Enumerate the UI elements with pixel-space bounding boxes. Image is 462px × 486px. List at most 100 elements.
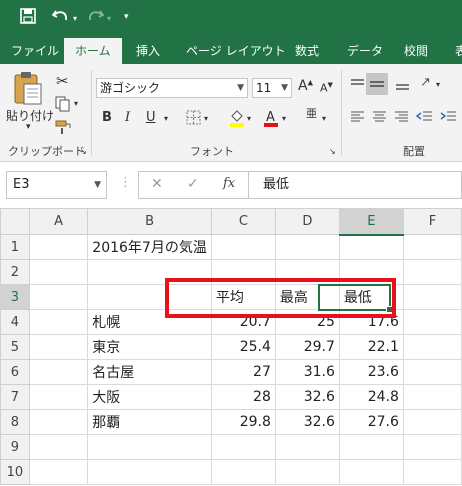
tab-file[interactable]: ファイル bbox=[11, 38, 59, 64]
cell-f10[interactable] bbox=[402, 459, 462, 485]
tab-home[interactable]: ホーム bbox=[64, 38, 122, 64]
cell-e5-min[interactable]: 22.1 bbox=[338, 334, 404, 360]
cell-a5[interactable] bbox=[28, 334, 89, 360]
enter-icon[interactable]: ✓ bbox=[187, 176, 199, 192]
copy-dropdown-icon[interactable]: ▾ bbox=[74, 99, 78, 108]
tab-page-layout[interactable]: ページ レイアウト bbox=[186, 38, 286, 64]
column-header-e[interactable]: E bbox=[338, 208, 404, 236]
cell-a9[interactable] bbox=[28, 434, 89, 460]
underline-dropdown-icon[interactable]: ▾ bbox=[164, 114, 168, 123]
cell-e4-min[interactable]: 17.6 bbox=[338, 309, 404, 335]
column-header-a[interactable]: A bbox=[28, 208, 89, 235]
orientation-icon[interactable]: ↗ bbox=[420, 75, 431, 90]
cell-f8[interactable] bbox=[402, 409, 462, 435]
fill-color-icon[interactable] bbox=[229, 108, 245, 131]
row-header-2[interactable]: 2 bbox=[0, 259, 30, 285]
cell-c3-header[interactable]: 平均 bbox=[210, 284, 276, 310]
borders-icon[interactable] bbox=[186, 110, 201, 128]
row-header-3[interactable]: 3 bbox=[0, 284, 30, 310]
font-launcher-icon[interactable]: ↘ bbox=[329, 147, 336, 156]
shrink-font-button[interactable]: A▼ bbox=[320, 81, 333, 95]
cell-d6-max[interactable]: 31.6 bbox=[274, 359, 340, 385]
cell-b9[interactable] bbox=[87, 434, 212, 460]
cell-f2[interactable] bbox=[402, 259, 462, 285]
increase-indent-icon[interactable] bbox=[440, 110, 457, 127]
row-header-7[interactable]: 7 bbox=[0, 384, 30, 410]
redo-dropdown-icon[interactable]: ▾ bbox=[107, 14, 111, 23]
cell-a10[interactable] bbox=[28, 459, 89, 485]
cell-c7-avg[interactable]: 28 bbox=[210, 384, 276, 410]
undo-dropdown-icon[interactable]: ▾ bbox=[73, 14, 77, 23]
cell-f7[interactable] bbox=[402, 384, 462, 410]
cell-a4[interactable] bbox=[28, 309, 89, 335]
fill-color-dropdown-icon[interactable]: ▾ bbox=[247, 114, 251, 123]
cell-d10[interactable] bbox=[274, 459, 340, 485]
cell-d2[interactable] bbox=[274, 259, 340, 285]
cell-d8-max[interactable]: 32.6 bbox=[274, 409, 340, 435]
cell-f9[interactable] bbox=[402, 434, 462, 460]
redo-icon[interactable] bbox=[86, 8, 105, 28]
borders-dropdown-icon[interactable]: ▾ bbox=[204, 114, 208, 123]
phonetic-dropdown-icon[interactable]: ▾ bbox=[322, 114, 326, 123]
cell-c8-avg[interactable]: 29.8 bbox=[210, 409, 276, 435]
cell-b3[interactable] bbox=[87, 284, 212, 310]
phonetic-guide-button[interactable]: 亜 bbox=[306, 108, 317, 119]
cell-d5-max[interactable]: 29.7 bbox=[274, 334, 340, 360]
column-header-b[interactable]: B bbox=[87, 208, 212, 235]
font-name-select[interactable]: 游ゴシック ▼ bbox=[96, 78, 248, 98]
undo-icon[interactable] bbox=[51, 8, 70, 28]
cell-e7-min[interactable]: 24.8 bbox=[338, 384, 404, 410]
cell-e9[interactable] bbox=[338, 434, 404, 460]
decrease-indent-icon[interactable] bbox=[415, 110, 433, 127]
cell-a3[interactable] bbox=[28, 284, 89, 310]
row-header-10[interactable]: 10 bbox=[0, 459, 30, 485]
cell-d4-max[interactable]: 25 bbox=[274, 309, 340, 335]
align-left-icon[interactable] bbox=[350, 110, 365, 127]
italic-button[interactable]: I bbox=[125, 110, 130, 125]
save-icon[interactable] bbox=[20, 8, 36, 28]
cell-f3[interactable] bbox=[402, 284, 462, 310]
tab-insert[interactable]: 挿入 bbox=[136, 38, 160, 64]
column-header-d[interactable]: D bbox=[274, 208, 340, 235]
cell-c6-avg[interactable]: 27 bbox=[210, 359, 276, 385]
orientation-dropdown-icon[interactable]: ▾ bbox=[436, 80, 440, 89]
align-right-icon[interactable] bbox=[394, 110, 409, 127]
cell-b8-city[interactable]: 那覇 bbox=[87, 409, 212, 435]
cell-c2[interactable] bbox=[210, 259, 276, 285]
cell-b7-city[interactable]: 大阪 bbox=[87, 384, 212, 410]
cell-c1[interactable] bbox=[211, 234, 276, 260]
cell-e2[interactable] bbox=[338, 259, 404, 285]
align-middle-icon[interactable] bbox=[366, 73, 388, 95]
cell-b1-title[interactable]: 2016年7月の気温 bbox=[87, 234, 212, 260]
cell-f5[interactable] bbox=[402, 334, 462, 360]
cell-e8-min[interactable]: 27.6 bbox=[338, 409, 404, 435]
cell-c4-avg[interactable]: 20.7 bbox=[210, 309, 276, 335]
copy-icon[interactable] bbox=[55, 96, 71, 115]
tab-data[interactable]: データ bbox=[347, 38, 383, 64]
formula-input[interactable]: 最低 bbox=[248, 171, 462, 199]
insert-function-icon[interactable]: fx bbox=[223, 176, 235, 191]
cell-c9[interactable] bbox=[210, 434, 276, 460]
tab-view[interactable]: 表 bbox=[455, 38, 462, 64]
column-header-f[interactable]: F bbox=[402, 208, 462, 235]
column-header-c[interactable]: C bbox=[210, 208, 276, 235]
cell-b5-city[interactable]: 東京 bbox=[87, 334, 212, 360]
cell-b6-city[interactable]: 名古屋 bbox=[87, 359, 212, 385]
cell-a1[interactable] bbox=[28, 234, 89, 260]
format-painter-icon[interactable] bbox=[55, 119, 73, 138]
clipboard-launcher-icon[interactable]: ↘ bbox=[80, 147, 87, 156]
cell-a8[interactable] bbox=[28, 409, 89, 435]
cell-f1[interactable] bbox=[402, 234, 462, 260]
cell-d7-max[interactable]: 32.6 bbox=[274, 384, 340, 410]
cancel-icon[interactable]: ✕ bbox=[151, 176, 163, 192]
cell-e1[interactable] bbox=[338, 234, 404, 260]
font-color-icon[interactable]: A bbox=[263, 108, 279, 131]
customize-icon[interactable]: ▾ bbox=[124, 12, 129, 22]
cell-f6[interactable] bbox=[402, 359, 462, 385]
row-header-4[interactable]: 4 bbox=[0, 309, 30, 335]
row-header-9[interactable]: 9 bbox=[0, 434, 30, 460]
cell-c10[interactable] bbox=[210, 459, 276, 485]
cell-c5-avg[interactable]: 25.4 bbox=[210, 334, 276, 360]
tab-formulas[interactable]: 数式 bbox=[295, 38, 319, 64]
grow-font-button[interactable]: A▲ bbox=[298, 78, 313, 94]
